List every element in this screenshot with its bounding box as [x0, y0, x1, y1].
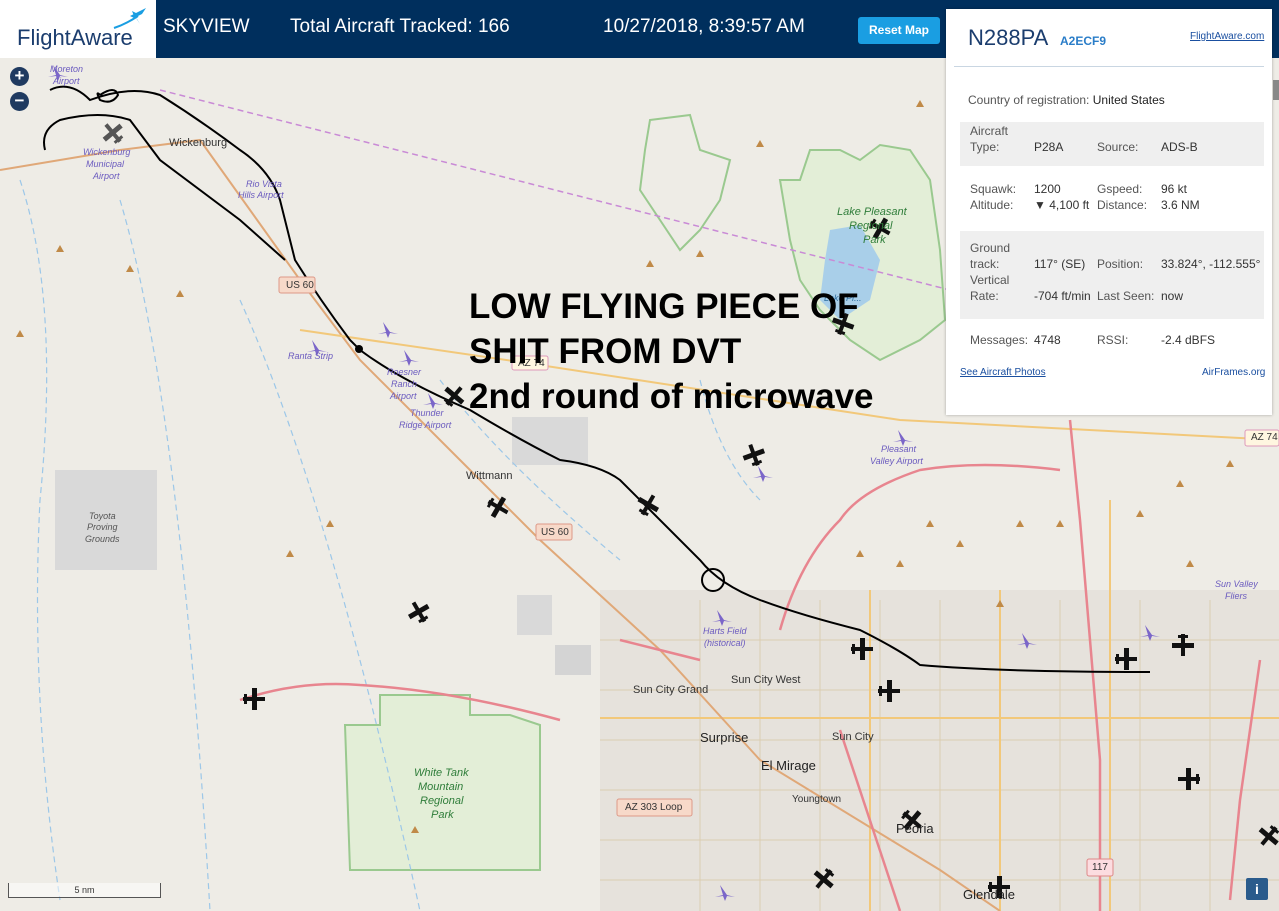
track-section: Ground track: 117° (SE) Position: 33.824…	[960, 231, 1264, 319]
country-label: Country of registration:	[968, 93, 1090, 107]
aircraft-type-section: Aircraft Type: P28A Source: ADS-B	[960, 122, 1264, 166]
label-glendale: Glendale	[963, 887, 1016, 902]
registration: N288PA	[968, 25, 1049, 50]
annotation-text: LOW FLYING PIECE OF SHIT FROM DVT 2nd ro…	[469, 284, 929, 419]
messages-value: 4748	[1034, 333, 1061, 347]
source-value: ADS-B	[1161, 140, 1198, 154]
distance-label: Distance:	[1097, 198, 1148, 212]
label-rio-vista-2: Hills Airport	[238, 190, 284, 200]
label-us60-b: US 60	[541, 527, 569, 538]
label-roesner-1: Roesner	[387, 367, 422, 377]
aircraft-photos-link[interactable]: See Aircraft Photos	[960, 367, 1046, 378]
position-label: Position:	[1097, 257, 1144, 271]
annotation-line-2: SHIT FROM DVT	[469, 332, 742, 371]
label-i117: 117	[1092, 862, 1108, 873]
position-value: 33.824°, -112.555°	[1161, 257, 1261, 271]
zoom-in-button[interactable]: +	[10, 67, 29, 86]
source-label: Source:	[1097, 140, 1139, 154]
country-row: Country of registration: United States	[968, 93, 1165, 107]
country-value: United States	[1092, 93, 1165, 107]
label-white-tank-4: Park	[431, 809, 454, 821]
ground-track-label-2: track:	[970, 257, 1000, 271]
label-wick-airport-3: Airport	[93, 171, 120, 181]
label-ranta: Ranta Strip	[288, 351, 334, 361]
label-sun-valley-2: Fliers	[1225, 591, 1247, 601]
ground-track-value: 117° (SE)	[1034, 257, 1086, 271]
last-seen-value: now	[1161, 289, 1184, 303]
gspeed-label: Gspeed:	[1097, 182, 1143, 196]
airframes-link[interactable]: AirFrames.org	[1202, 367, 1265, 378]
annotation-line-3: 2nd round of microwave	[469, 377, 874, 416]
label-moreton: Moreton	[50, 64, 84, 74]
squawk-label: Squawk:	[970, 182, 1017, 196]
scale-bar: 5 nm	[8, 883, 161, 898]
label-harts-1: Harts Field	[703, 626, 747, 636]
label-wittmann: Wittmann	[466, 470, 513, 482]
flightaware-link[interactable]: FlightAware.com	[1190, 31, 1264, 42]
label-toyota-2: Proving	[87, 522, 118, 532]
label-el-mirage: El Mirage	[761, 758, 816, 773]
label-sun-city-grand: Sun City Grand	[633, 684, 709, 696]
messages-section: Messages: 4748 RSSI: -2.4 dBFS	[960, 332, 1264, 352]
label-harts-2: (historical)	[704, 638, 746, 648]
label-peoria: Peoria	[896, 821, 934, 836]
label-sun-city-west: Sun City West	[731, 674, 801, 686]
label-thunder-2: Ridge Airport	[399, 420, 452, 430]
label-youngtown: Youngtown	[792, 794, 842, 805]
label-moreton-airport: Airport	[53, 76, 80, 86]
annotation-line-1: LOW FLYING PIECE OF	[469, 287, 859, 326]
label-lake-2: Regional	[849, 220, 893, 232]
aircraft-type-label-2: Type:	[970, 140, 1000, 154]
label-sun-city: Sun City	[832, 731, 874, 743]
squawk-section: Squawk: 1200 Gspeed: 96 kt Altitude: ▼ 4…	[960, 179, 1264, 219]
label-wick-airport-1: Wickenburg	[83, 147, 131, 157]
label-lake-1: Lake Pleasant	[837, 206, 907, 218]
label-pleasant-1: Pleasant	[881, 444, 917, 454]
last-seen-label: Last Seen:	[1097, 289, 1155, 303]
label-thunder-1: Thunder	[410, 408, 444, 418]
squawk-value: 1200	[1034, 182, 1061, 196]
rssi-value: -2.4 dBFS	[1161, 333, 1216, 347]
info-button[interactable]: i	[1246, 878, 1268, 900]
label-white-tank-3: Regional	[420, 795, 464, 807]
messages-label: Messages:	[970, 333, 1029, 347]
label-us60-a: US 60	[286, 280, 314, 291]
label-sun-valley-1: Sun Valley	[1215, 579, 1258, 589]
label-roesner-2: Ranch	[391, 379, 418, 389]
label-az74-b: AZ 74	[1251, 432, 1278, 443]
vertical-rate-label-2: Rate:	[970, 289, 999, 303]
label-rio-vista-1: Rio Vista	[246, 179, 282, 189]
label-wickenburg: Wickenburg	[169, 137, 228, 149]
scrollbar-thumb[interactable]	[1273, 80, 1279, 100]
zoom-out-button[interactable]: −	[10, 92, 29, 111]
gspeed-value: 96 kt	[1161, 182, 1188, 196]
label-toyota-1: Toyota	[89, 511, 116, 521]
aircraft-type-value: P28A	[1034, 140, 1064, 154]
vertical-rate-value: -704 ft/min	[1034, 289, 1091, 303]
rssi-label: RSSI:	[1097, 333, 1129, 347]
aircraft-details-panel: N288PA A2ECF9 FlightAware.com Country of…	[946, 9, 1272, 415]
label-pleasant-2: Valley Airport	[870, 456, 923, 466]
altitude-value: ▼ 4,100 ft	[1034, 198, 1090, 212]
label-roesner-3: Airport	[390, 391, 417, 401]
label-az303: AZ 303 Loop	[625, 802, 683, 813]
aircraft-type-label-1: Aircraft	[970, 124, 1009, 138]
label-wick-airport-2: Municipal	[86, 159, 125, 169]
label-white-tank-2: Mountain	[418, 781, 464, 793]
ground-track-label-1: Ground	[970, 241, 1011, 255]
altitude-label: Altitude:	[970, 198, 1014, 212]
label-lake-3: Park	[863, 234, 886, 246]
label-surprise: Surprise	[700, 730, 749, 745]
vertical-rate-label-1: Vertical	[970, 273, 1010, 287]
hex-code: A2ECF9	[1060, 34, 1107, 48]
label-white-tank-1: White Tank	[414, 767, 469, 779]
distance-value: 3.6 NM	[1161, 198, 1200, 212]
label-toyota-3: Grounds	[85, 534, 120, 544]
divider	[954, 66, 1264, 67]
